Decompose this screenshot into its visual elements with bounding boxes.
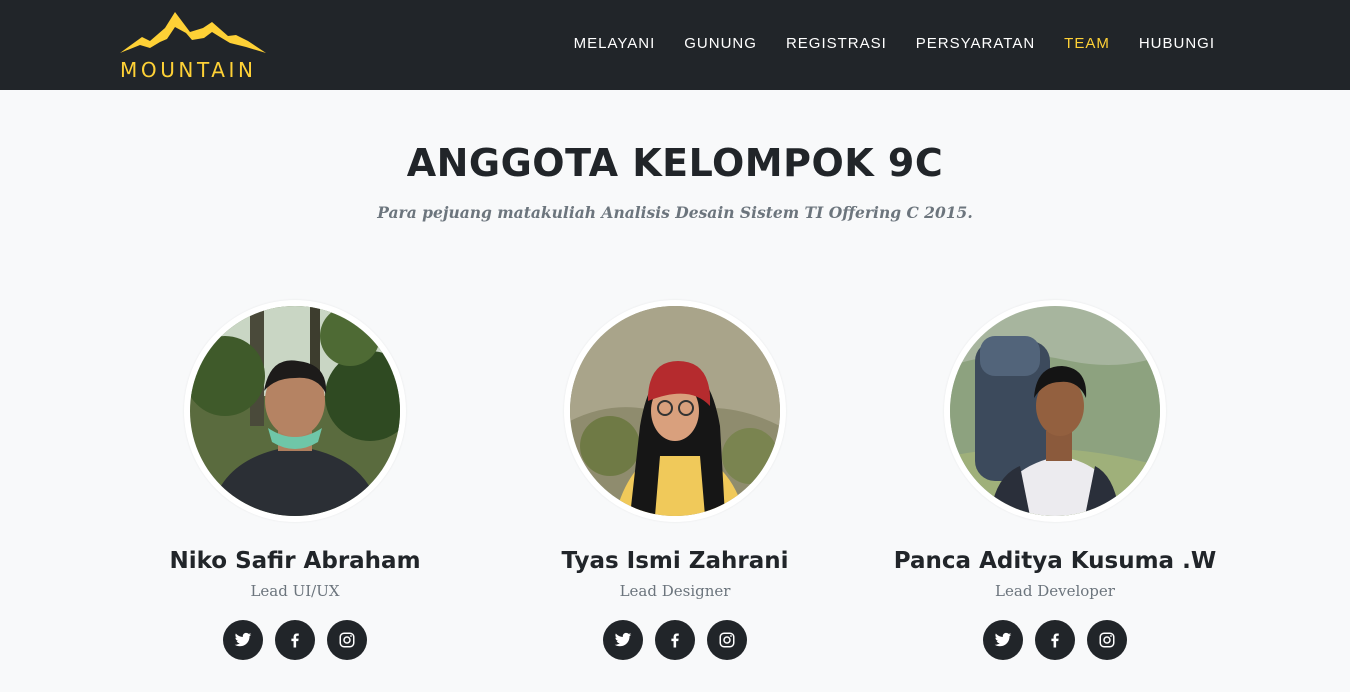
- team-member-card: Niko Safir Abraham Lead UI/UX: [105, 300, 485, 660]
- instagram-button[interactable]: [1087, 620, 1127, 660]
- section-heading: ANGGOTA KELOMPOK 9C: [406, 141, 944, 185]
- nav-item-team[interactable]: TEAM: [1064, 35, 1110, 53]
- facebook-button[interactable]: [275, 620, 315, 660]
- twitter-icon: [994, 632, 1012, 647]
- nav-item-hubungi[interactable]: HUBUNGI: [1139, 35, 1215, 53]
- member-photo: [564, 300, 786, 522]
- twitter-icon: [614, 632, 632, 647]
- nav-item-persyaratan[interactable]: PERSYARATAN: [916, 35, 1035, 53]
- facebook-button[interactable]: [655, 620, 695, 660]
- social-links: [485, 620, 865, 660]
- instagram-button[interactable]: [707, 620, 747, 660]
- team-member-card: Tyas Ismi Zahrani Lead Designer: [485, 300, 865, 660]
- member-name: Tyas Ismi Zahrani: [561, 548, 789, 574]
- member-name: Niko Safir Abraham: [169, 548, 421, 574]
- social-links: [865, 620, 1245, 660]
- instagram-icon: [339, 632, 355, 648]
- nav-item-melayani[interactable]: MELAYANI: [574, 35, 656, 53]
- instagram-icon: [1099, 632, 1115, 648]
- main-nav: MELAYANI GUNUNG REGISTRASI PERSYARATAN T…: [545, 35, 1215, 53]
- nav-item-registrasi[interactable]: REGISTRASI: [786, 35, 887, 53]
- facebook-button[interactable]: [1035, 620, 1075, 660]
- social-links: [105, 620, 485, 660]
- brand-logo-link[interactable]: MOUNTAIN: [120, 10, 270, 82]
- member-photo: [184, 300, 406, 522]
- section-subheading: Para pejuang matakuliah Analisis Desain …: [377, 203, 973, 222]
- navbar: MOUNTAIN MELAYANI GUNUNG REGISTRASI PERS…: [0, 0, 1350, 90]
- member-role: Lead UI/UX: [250, 582, 340, 600]
- instagram-button[interactable]: [327, 620, 367, 660]
- twitter-button[interactable]: [983, 620, 1023, 660]
- member-photo: [944, 300, 1166, 522]
- twitter-icon: [234, 632, 252, 647]
- mountain-logo-icon: [120, 12, 266, 53]
- member-name: Panca Aditya Kusuma .W: [893, 548, 1217, 574]
- facebook-icon: [671, 633, 679, 648]
- twitter-button[interactable]: [223, 620, 263, 660]
- facebook-icon: [1051, 633, 1059, 648]
- team-member-card: Panca Aditya Kusuma .W Lead Developer: [865, 300, 1245, 660]
- member-role: Lead Developer: [995, 582, 1115, 600]
- brand-name: MOUNTAIN: [120, 58, 257, 82]
- twitter-button[interactable]: [603, 620, 643, 660]
- facebook-icon: [291, 633, 299, 648]
- instagram-icon: [719, 632, 735, 648]
- nav-item-gunung[interactable]: GUNUNG: [684, 35, 757, 53]
- member-role: Lead Designer: [619, 582, 731, 600]
